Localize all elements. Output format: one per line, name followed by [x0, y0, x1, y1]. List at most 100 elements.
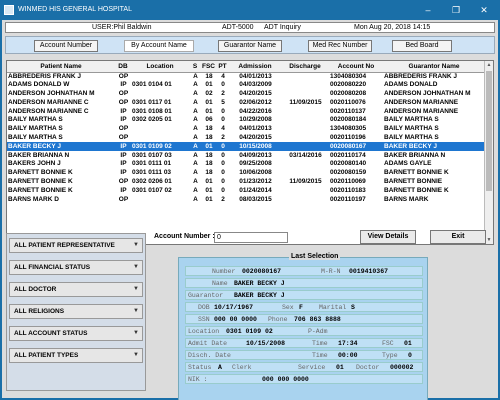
col-discharge[interactable]: Discharge [281, 61, 329, 73]
cell-db: OP [118, 98, 129, 106]
col-guarantor-name[interactable]: Guarantor Name [383, 61, 485, 73]
cell-location: 0301 0107 03 [132, 151, 172, 159]
ls-label: Name [212, 280, 228, 287]
filter-label: ALL ACCOUNT STATUS [14, 330, 88, 337]
cell-s: A [193, 89, 198, 97]
cell-patient-name: ADAMS DONALD W [8, 81, 70, 89]
table-row[interactable]: BARNETT BONNIE K IP 0301 0107 02 A 01 0 01/24/… [7, 186, 485, 195]
table-row[interactable]: BARNETT BONNIE K OP 0302 0206 01 A 01 0 01/23/… [7, 178, 485, 187]
col-pt[interactable]: PT [216, 61, 229, 73]
close-button[interactable]: ✕ [471, 1, 497, 19]
col-fsc[interactable]: FSC [201, 61, 216, 73]
filter-account-status[interactable]: ALL ACCOUNT STATUS ▼ [9, 326, 143, 341]
tab-by-account-name[interactable]: By Account Name [124, 40, 194, 52]
cell-discharge [281, 72, 329, 81]
cell-discharge [281, 116, 329, 125]
table-row[interactable]: BARNETT BONNIE K IP 0301 0111 03 A 18 0 10/06/… [7, 169, 485, 178]
ls-service: 01 [336, 364, 344, 371]
cell-patient-name: ANDERSON MARIANNE C [8, 98, 89, 106]
col-account-no[interactable]: Account No [329, 61, 383, 73]
table-row[interactable]: BAKERS JOHN J IP 0301 0111 01 A 18 0 09/25/200… [7, 160, 485, 169]
grid-header: Patient Name DB Location S FSC PT Admiss… [7, 61, 485, 73]
filter-patient-types[interactable]: ALL PATIENT TYPES ▼ [9, 348, 143, 363]
cell-pt: 0 [221, 107, 225, 115]
cell-account-no: 0020080159 [330, 169, 367, 177]
minimize-button[interactable]: – [415, 1, 441, 19]
scroll-down-icon[interactable]: ▼ [485, 236, 493, 244]
cell-s: A [193, 160, 198, 168]
cell-pt: 0 [216, 142, 229, 152]
account-number-input[interactable]: 0 [214, 232, 288, 243]
cell-admission: 08/03/2015 [239, 195, 272, 203]
table-row[interactable]: ABBREDERIS FRANK J OP A 18 4 04/01/2013 130408… [7, 72, 485, 81]
tab-account-number[interactable]: Account Number [34, 40, 98, 52]
table-row[interactable]: ANDERSON MARIANNE C OP 0301 0117 01 A 01 5 02/… [7, 98, 485, 107]
ls-label: Number [212, 268, 236, 275]
tab-bed-board[interactable]: Bed Board [392, 40, 452, 52]
filter-financial-status[interactable]: ALL FINANCIAL STATUS ▼ [9, 260, 143, 275]
ls-label: Time [312, 352, 328, 359]
filter-religions[interactable]: ALL RELIGIONS ▼ [9, 304, 143, 319]
table-row[interactable]: ADAMS DONALD W IP 0301 0104 01 A 01 0 04/03/20… [7, 81, 485, 90]
filter-label: ALL DOCTOR [14, 286, 57, 293]
tab-med-rec-number[interactable]: Med Rec Number [308, 40, 372, 52]
table-row[interactable]: ANDERSON JOHNATHAN M OP A 02 2 04/20/2015 0020… [7, 90, 485, 99]
grid-scrollbar[interactable]: ▲ ▼ [484, 61, 493, 244]
main-window: USER:Phil Baldwin ADT-5000 ADT Inquiry M… [2, 20, 498, 400]
ls-label: NIK : [188, 376, 208, 383]
table-row[interactable]: BAILY MARTHA S IP 0302 0205 01 A 06 0 10/29/20… [7, 116, 485, 125]
cell-db: IP [120, 107, 127, 115]
scroll-up-icon[interactable]: ▲ [485, 61, 493, 69]
cell-guarantor-name: ANDERSON MARIANNE [384, 98, 459, 106]
cell-admission: 01/23/2012 [239, 177, 272, 185]
filter-doctor[interactable]: ALL DOCTOR ▼ [9, 282, 143, 297]
window-title: WINMED HIS GENERAL HOSPITAL [18, 6, 132, 13]
exit-button[interactable]: Exit [430, 230, 486, 244]
cell-db: OP [118, 177, 129, 185]
cell-pt: 0 [221, 151, 225, 159]
col-location[interactable]: Location [131, 61, 189, 73]
chevron-down-icon: ▼ [133, 352, 139, 358]
cell-fsc: 01 [205, 107, 213, 115]
col-db[interactable]: DB [115, 61, 131, 73]
cell-patient-name: BAKER BRIANNA N [8, 151, 70, 159]
cell-guarantor-name: ANDERSON JOHNATHAN M [384, 89, 471, 97]
chevron-down-icon: ▼ [133, 308, 139, 314]
ls-guarantor-row: Guarantor BAKER BECKY J [185, 290, 423, 300]
cell-patient-name: BAKERS JOHN J [8, 160, 61, 168]
table-row[interactable]: ANDERSON MARIANNE C IP 0301 0108 01 A 01 0 04/… [7, 107, 485, 116]
cell-guarantor-name: ABBREDERIS FRANK J [384, 72, 457, 80]
cell-admission: 04/22/2016 [239, 107, 272, 115]
table-row[interactable]: BARNS MARK D OP A 01 2 08/03/2015 0020110197 BA… [7, 195, 485, 204]
table-row[interactable]: BAKER BECKY J IP 0301 0109 02 A 01 0 10/15/200… [7, 142, 485, 152]
cell-admission: 04/01/2013 [239, 125, 272, 133]
cell-db: IP [120, 160, 127, 168]
cell-location: 0302 0206 01 [132, 177, 172, 185]
cell-s: A [193, 195, 198, 203]
ls-guarantor: BAKER BECKY J [234, 292, 285, 299]
table-row[interactable]: BAKER BRIANNA N IP 0301 0107 03 A 18 0 04/09/2… [7, 151, 485, 160]
table-row[interactable]: BAILY MARTHA S OP A 18 2 04/20/2015 0020110196… [7, 134, 485, 143]
col-admission[interactable]: Admission [229, 61, 281, 73]
cell-location: 0301 0108 01 [132, 107, 172, 115]
filter-label: ALL RELIGIONS [14, 308, 65, 315]
ls-label: Time [312, 340, 328, 347]
cell-guarantor-name: BAILY MARTHA S [384, 133, 439, 141]
view-details-button[interactable]: View Details [360, 230, 416, 244]
cell-discharge [281, 125, 329, 134]
col-s[interactable]: S [189, 61, 201, 73]
filter-patient-representative[interactable]: ALL PATIENT REPRESENTATIVE ▼ [9, 238, 143, 253]
cell-s: A [193, 186, 198, 194]
col-patient-name[interactable]: Patient Name [7, 61, 115, 73]
cell-account-no: 0020080140 [330, 160, 367, 168]
ls-location: 0301 0109 02 [226, 328, 273, 335]
cell-s: A [193, 177, 198, 185]
restore-button[interactable]: ❐ [443, 1, 469, 19]
patient-grid[interactable]: Patient Name DB Location S FSC PT Admiss… [6, 60, 494, 245]
cell-patient-name: BAILY MARTHA S [8, 133, 63, 141]
tab-guarantor-name[interactable]: Guarantor Name [218, 40, 282, 52]
table-row[interactable]: BAILY MARTHA S OP A 18 4 04/01/2013 1304080305… [7, 125, 485, 134]
ls-disch-time: 00:00 [338, 352, 358, 359]
account-number-label: Account Number : [154, 233, 215, 240]
scroll-thumb[interactable] [486, 71, 492, 191]
